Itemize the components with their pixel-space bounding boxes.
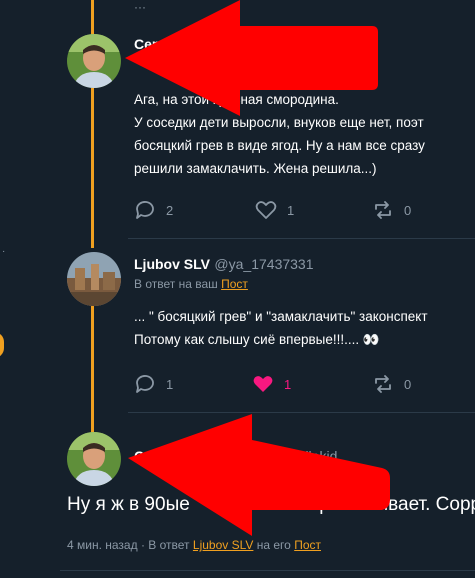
thread-line	[91, 306, 94, 436]
reply-icon	[136, 375, 154, 393]
reply-prefix: В ответ	[148, 538, 190, 552]
reply-post-link[interactable]: Пост	[294, 538, 321, 552]
avatar[interactable]	[67, 432, 121, 486]
post-time[interactable]: 4 мин. назад	[67, 538, 138, 552]
author-name[interactable]: Сер	[134, 36, 160, 52]
repost-count: 0	[404, 376, 412, 392]
like-button[interactable]: 1	[255, 200, 294, 220]
post-body: Ага, на этой красная смородина. У соседк…	[134, 92, 425, 176]
reply-count: 2	[166, 202, 174, 218]
divider	[128, 412, 475, 413]
like-count: 1	[287, 202, 295, 218]
reply-button[interactable]: 2	[134, 200, 173, 220]
thread-line	[91, 0, 94, 36]
arrow-bottom	[128, 414, 390, 536]
post-body: ... " босяцкий грев" и "замаклачить" зак…	[134, 309, 428, 347]
author-name[interactable]: Се	[134, 448, 152, 464]
reply-button[interactable]: 1	[134, 374, 173, 394]
repost-count: 0	[404, 202, 412, 218]
reply-mid: на его	[256, 538, 291, 552]
author-handle[interactable]: @ya_17437331	[214, 256, 313, 272]
divider	[128, 238, 475, 239]
author-line: Ljubov SLV @ya_17437331	[134, 256, 314, 274]
repost-icon	[375, 375, 391, 393]
avatar[interactable]	[67, 34, 121, 88]
author-name[interactable]: Ljubov SLV	[134, 256, 210, 272]
reply-context: В ответ на ваш Пост	[134, 277, 248, 291]
reply-user-link[interactable]: Ljubov SLV	[193, 538, 254, 552]
like-button-active[interactable]: 1	[252, 374, 291, 394]
like-count: 1	[284, 376, 292, 392]
reply-icon	[136, 201, 154, 219]
divider	[60, 570, 475, 571]
avatar[interactable]	[67, 252, 121, 306]
heart-icon	[255, 201, 277, 219]
repost-icon	[375, 201, 391, 219]
reply-prefix: В ответ на ваш	[134, 277, 218, 291]
left-edge-mark: ·	[2, 246, 6, 257]
repost-button[interactable]: 0	[372, 200, 411, 220]
top-stub: ···	[134, 0, 146, 14]
author-line: Се @mobilekid	[134, 448, 337, 466]
post-body: Ну я ж в 90ые от и проскакивает. Сорр	[67, 494, 475, 515]
author-handle[interactable]: @mobilekid	[264, 448, 337, 464]
thread-line	[91, 88, 94, 248]
post-meta: 4 мин. назад · В ответ Ljubov SLV на его…	[67, 538, 321, 552]
left-edge-badge	[0, 332, 4, 358]
reply-count: 1	[166, 376, 174, 392]
repost-button[interactable]: 0	[372, 374, 411, 394]
heart-icon	[253, 376, 273, 392]
reply-post-link[interactable]: Пост	[221, 277, 248, 291]
